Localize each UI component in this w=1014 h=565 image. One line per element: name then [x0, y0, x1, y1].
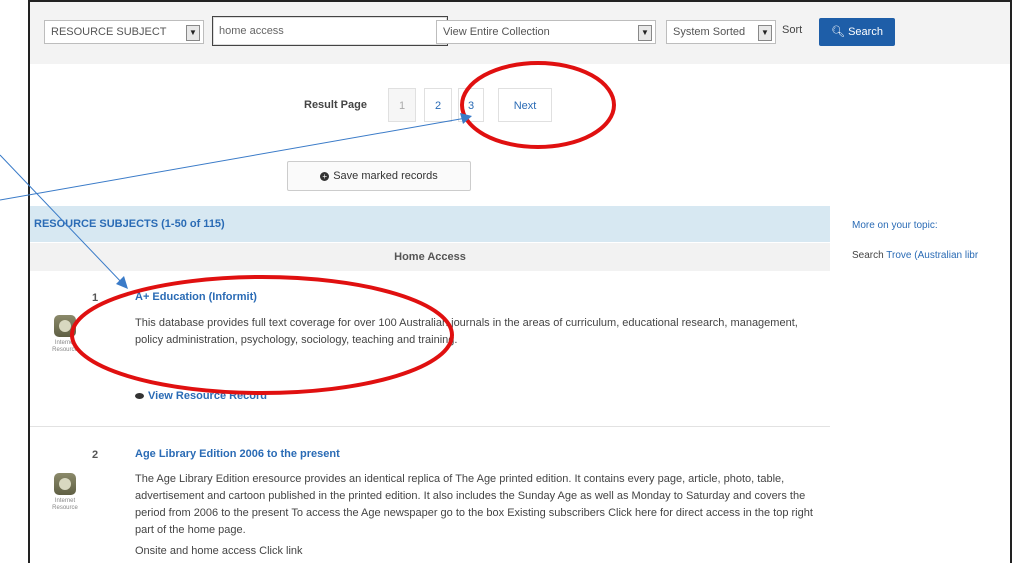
red-circle-next: [460, 61, 616, 149]
red-circle-first-result: [70, 275, 454, 395]
arrow-line-next: [0, 117, 467, 201]
arrow-line-result: [0, 154, 125, 286]
annotation-overlay: [0, 61, 616, 395]
